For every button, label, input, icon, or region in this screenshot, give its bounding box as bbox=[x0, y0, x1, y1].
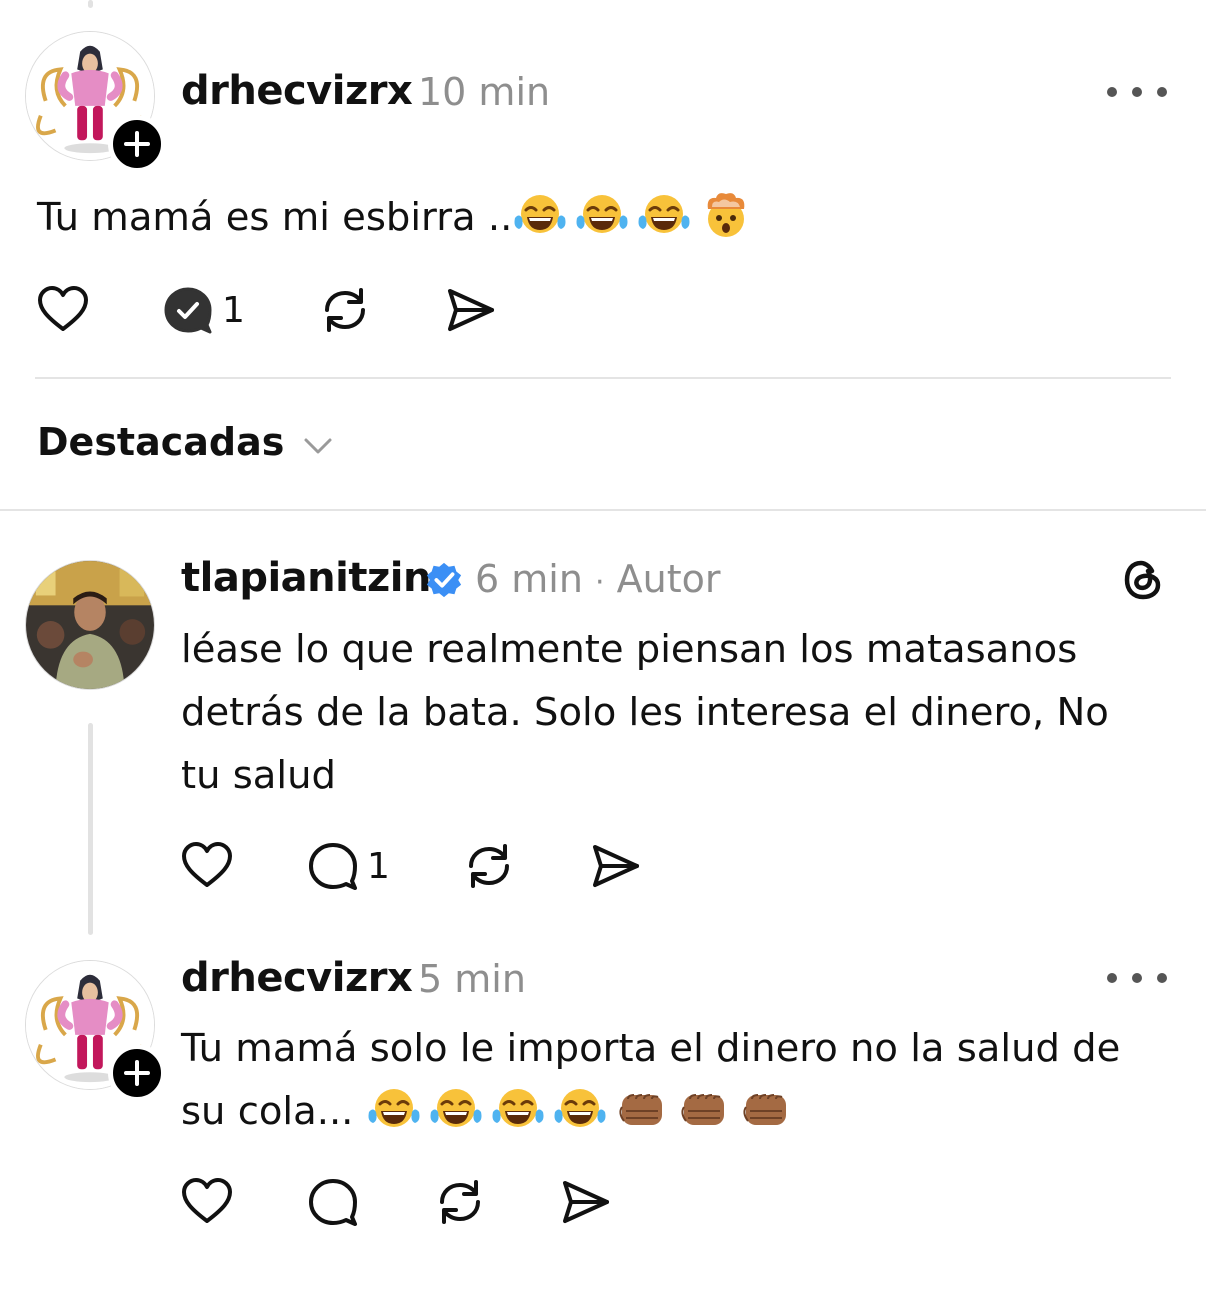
reply-button[interactable] bbox=[305, 1174, 361, 1230]
like-button[interactable] bbox=[179, 838, 235, 894]
share-icon bbox=[442, 282, 498, 338]
share-button[interactable] bbox=[587, 838, 643, 894]
oncoming-fist-emoji bbox=[738, 1085, 794, 1133]
heart-icon bbox=[179, 1174, 235, 1230]
post-username[interactable]: drhecvizrx bbox=[181, 68, 413, 114]
share-button[interactable] bbox=[442, 282, 498, 338]
reply-checked-icon bbox=[160, 282, 216, 338]
plus-icon bbox=[123, 1059, 151, 1087]
follow-button[interactable] bbox=[108, 115, 166, 173]
tears-of-joy-emoji bbox=[512, 191, 568, 239]
chevron-down-icon bbox=[304, 438, 332, 454]
oncoming-fist-emoji bbox=[614, 1085, 670, 1133]
reply-button[interactable]: 1 bbox=[160, 282, 245, 338]
more-options-button[interactable] bbox=[1107, 966, 1167, 990]
like-button[interactable] bbox=[35, 282, 91, 338]
like-button[interactable] bbox=[179, 1174, 235, 1230]
tears-of-joy-emoji bbox=[552, 1085, 608, 1133]
share-button[interactable] bbox=[557, 1174, 613, 1230]
reply-count: 1 bbox=[222, 289, 245, 331]
share-icon bbox=[587, 838, 643, 894]
reply-text-line: Tu mamá solo le importa el dinero no la … bbox=[181, 1026, 1121, 1071]
reply-username[interactable]: drhecvizrx bbox=[181, 955, 413, 1001]
tears-of-joy-emoji bbox=[574, 191, 630, 239]
post-text-content: Tu mamá es mi esbirra .. bbox=[37, 195, 513, 240]
sort-label: Destacadas bbox=[37, 420, 285, 464]
reply-text-line: su cola... bbox=[181, 1080, 1191, 1143]
reply-timestamp: 5 min bbox=[418, 957, 526, 1001]
oncoming-fist-emoji bbox=[676, 1085, 732, 1133]
mind-blown-emoji bbox=[698, 191, 754, 239]
reply-button[interactable]: 1 bbox=[305, 838, 390, 894]
tears-of-joy-emoji bbox=[490, 1085, 546, 1133]
tears-of-joy-emoji bbox=[428, 1085, 484, 1133]
reply-text-line: tu salud bbox=[181, 753, 336, 798]
reply-meta: 6 min · Autor bbox=[475, 557, 721, 601]
divider bbox=[35, 377, 1171, 379]
repost-button[interactable] bbox=[317, 282, 373, 338]
reply-count: 1 bbox=[367, 845, 390, 887]
follow-button[interactable] bbox=[108, 1044, 166, 1102]
heart-icon bbox=[179, 838, 235, 894]
repost-icon bbox=[461, 838, 517, 894]
thread-line-top bbox=[88, 0, 93, 8]
reply-text: léase lo que realmente piensan los matas… bbox=[181, 618, 1181, 807]
repost-icon bbox=[317, 282, 373, 338]
post-timestamp: 10 min bbox=[418, 70, 551, 114]
reply-icon bbox=[305, 838, 361, 894]
tears-of-joy-emoji bbox=[636, 191, 692, 239]
repost-button[interactable] bbox=[461, 838, 517, 894]
reply-text-line: léase lo que realmente piensan los matas… bbox=[181, 627, 1078, 672]
reply-text: Tu mamá solo le importa el dinero no la … bbox=[181, 1017, 1191, 1143]
reply-username[interactable]: tlapianitzin bbox=[181, 555, 431, 601]
threads-logo-icon[interactable] bbox=[1119, 556, 1167, 604]
thread-line bbox=[88, 723, 93, 935]
reply-text-line: detrás de la bata. Solo les interesa el … bbox=[181, 690, 1109, 735]
reply-text-content: su cola... bbox=[181, 1089, 366, 1134]
share-icon bbox=[557, 1174, 613, 1230]
post-text: Tu mamá es mi esbirra .. bbox=[37, 186, 760, 249]
plus-icon bbox=[123, 130, 151, 158]
meta-separator: · bbox=[595, 565, 605, 600]
section-divider bbox=[0, 509, 1206, 511]
verified-badge-icon bbox=[426, 562, 462, 598]
heart-icon bbox=[35, 282, 91, 338]
sort-dropdown[interactable]: Destacadas bbox=[37, 418, 347, 474]
tears-of-joy-emoji bbox=[366, 1085, 422, 1133]
reply-icon bbox=[305, 1174, 361, 1230]
more-options-button[interactable] bbox=[1107, 80, 1167, 104]
repost-button[interactable] bbox=[432, 1174, 488, 1230]
reply-timestamp: 6 min bbox=[475, 557, 583, 601]
repost-icon bbox=[432, 1174, 488, 1230]
avatar[interactable] bbox=[25, 560, 155, 690]
author-label: Autor bbox=[616, 557, 721, 601]
